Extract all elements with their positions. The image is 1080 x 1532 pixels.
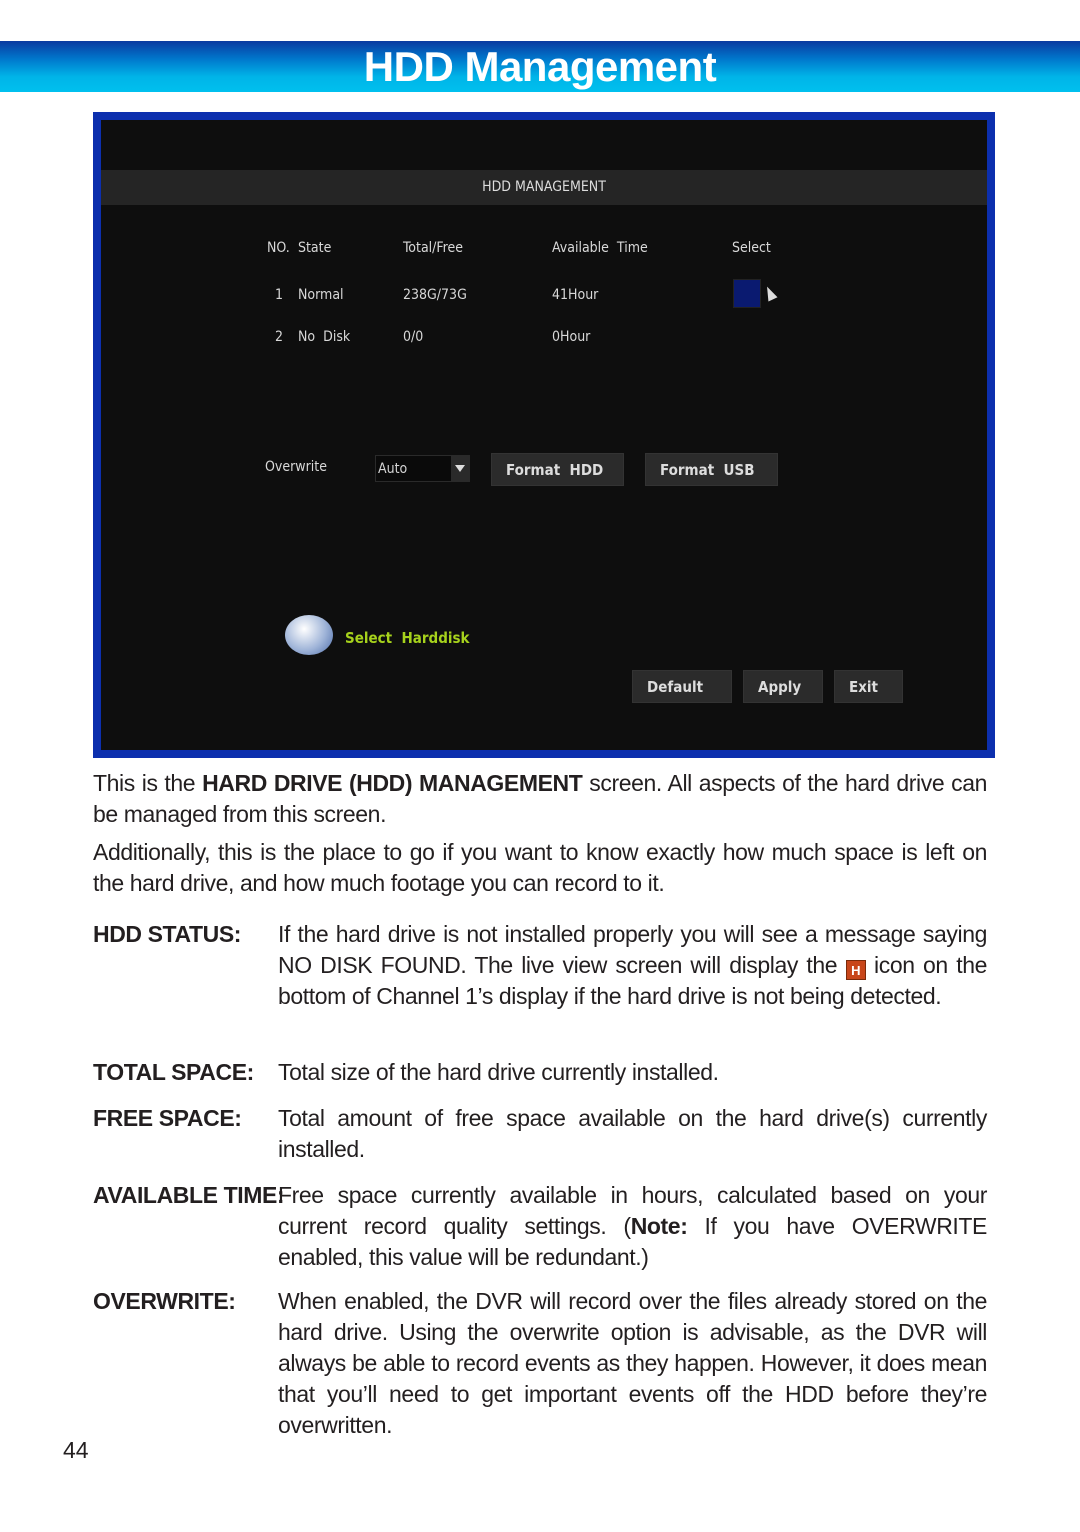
- row2-no: 2: [275, 329, 284, 345]
- overwrite-value: Auto: [378, 461, 408, 477]
- row1-available-time: 41Hour: [552, 287, 599, 303]
- intro-bold: HARD DRIVE (HDD) MANAGEMENT: [202, 770, 583, 796]
- chevron-down-icon[interactable]: [451, 456, 469, 481]
- help-text: Select Harddisk: [345, 629, 470, 647]
- intro-text: This is the: [93, 770, 203, 796]
- exit-button[interactable]: Exit: [834, 670, 903, 703]
- col-state: State: [298, 240, 332, 256]
- dvr-screen: HDD MANAGEMENT NO. State Total/Free Avai…: [101, 120, 987, 750]
- definition-available-time: AVAILABLE TIME: Free space currently ava…: [93, 1180, 987, 1273]
- definition-text: If the hard drive is not installed prope…: [278, 919, 987, 1012]
- help-bubble-icon: [285, 615, 333, 655]
- overwrite-label: Overwrite: [265, 459, 327, 475]
- intro-paragraph: This is the HARD DRIVE (HDD) MANAGEMENT …: [93, 768, 987, 830]
- default-button[interactable]: Default: [632, 670, 732, 703]
- definition-label: AVAILABLE TIME:: [93, 1182, 285, 1208]
- col-select: Select: [732, 240, 771, 256]
- mouse-cursor-icon: [762, 284, 778, 302]
- page-number: 44: [63, 1437, 89, 1463]
- dvr-screenshot: HDD MANAGEMENT NO. State Total/Free Avai…: [93, 112, 995, 758]
- page-title: HDD Management: [363, 43, 717, 90]
- format-usb-button[interactable]: Format USB: [645, 453, 778, 486]
- definition-text: When enabled, the DVR will record over t…: [278, 1288, 987, 1438]
- definition-text: Total size of the hard drive currently i…: [278, 1059, 719, 1085]
- definition-label: HDD STATUS:: [93, 921, 242, 947]
- format-hdd-button[interactable]: Format HDD: [491, 453, 624, 486]
- definition-label: FREE SPACE:: [93, 1105, 242, 1131]
- row1-total-free: 238G/73G: [403, 287, 467, 303]
- row1-state: Normal: [298, 287, 344, 303]
- definition-hdd-status: HDD STATUS: If the hard drive is not ins…: [93, 919, 987, 1012]
- definition-total-space: TOTAL SPACE: Total size of the hard driv…: [93, 1057, 987, 1088]
- additional-paragraph: Additionally, this is the place to go if…: [93, 839, 987, 896]
- col-available-time: Available Time: [552, 240, 648, 256]
- row2-total-free: 0/0: [403, 329, 424, 345]
- definition-overwrite: OVERWRITE: When enabled, the DVR will re…: [93, 1286, 987, 1441]
- dvr-title-bar: HDD MANAGEMENT: [101, 170, 987, 205]
- row2-available-time: 0Hour: [552, 329, 591, 345]
- definition-free-space: FREE SPACE: Total amount of free space a…: [93, 1103, 987, 1165]
- note-label: Note:: [630, 1213, 688, 1239]
- page-header-band: HDD Management: [0, 41, 1080, 92]
- definition-label: TOTAL SPACE:: [93, 1059, 254, 1085]
- apply-button[interactable]: Apply: [743, 670, 823, 703]
- definition-text: Free space currently available in hours,…: [278, 1180, 987, 1273]
- definition-label: OVERWRITE:: [93, 1288, 236, 1314]
- row2-state: No Disk: [298, 329, 351, 345]
- col-no: NO.: [267, 240, 290, 256]
- col-total-free: Total/Free: [403, 240, 464, 256]
- hdd-warning-icon: H: [845, 960, 866, 980]
- overwrite-dropdown[interactable]: Auto: [375, 455, 470, 482]
- row1-no: 1: [275, 287, 284, 303]
- row1-select-checkbox[interactable]: [733, 279, 761, 308]
- definition-text: Total amount of free space available on …: [278, 1105, 987, 1162]
